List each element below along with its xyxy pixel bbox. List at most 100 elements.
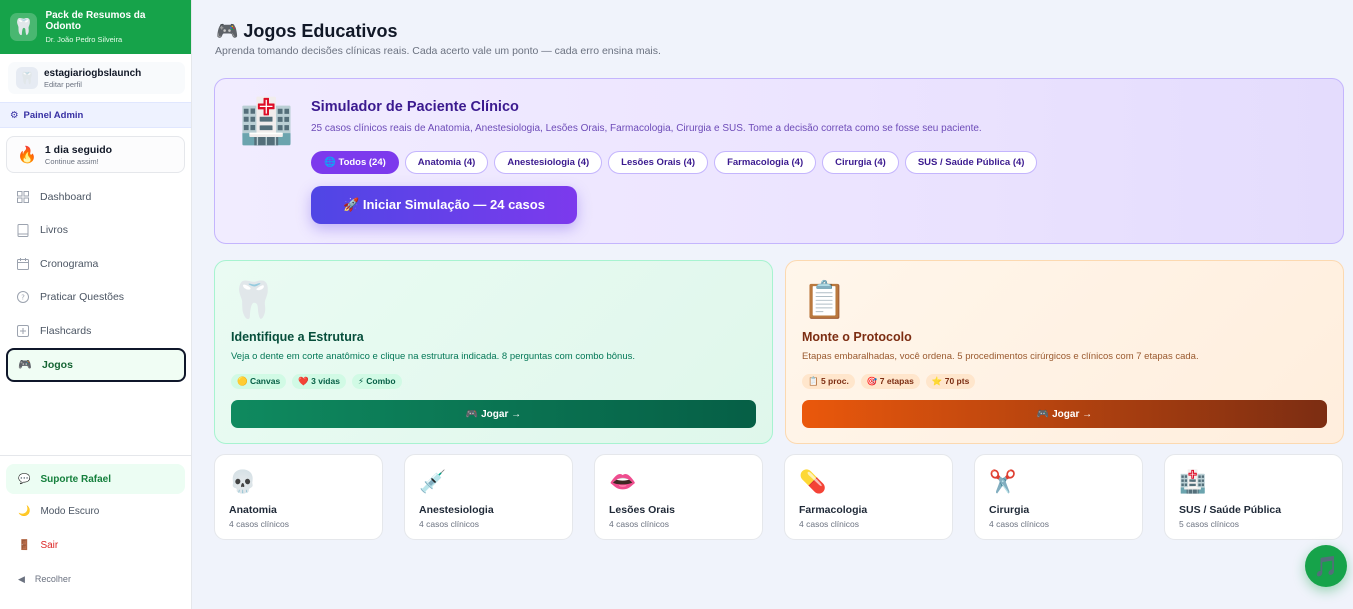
page-subtitle: Aprenda tomando decisões clínicas reais.…: [215, 45, 661, 57]
hospital-icon: 🏥: [1179, 469, 1207, 494]
category-card-sus[interactable]: 🏥 SUS / Saúde Pública 5 casos clínicos: [1164, 454, 1343, 540]
category-count: 4 casos clínicos: [989, 519, 1049, 529]
tag-procedures: 📋 5 proc.: [802, 374, 855, 389]
category-name: Lesões Orais: [609, 504, 675, 516]
category-name: Anatomia: [229, 504, 277, 516]
skull-icon: 💀: [229, 469, 257, 494]
category-count: 4 casos clínicos: [229, 519, 289, 529]
category-count: 4 casos clínicos: [799, 519, 859, 529]
category-filter-chips: 🌐 Todos (24) Anatomia (4) Anestesiologia…: [311, 151, 1038, 174]
game-description: Etapas embaralhadas, você ordena. 5 proc…: [802, 351, 1199, 362]
nav-item-flashcards[interactable]: Flashcards: [6, 314, 186, 348]
main-nav: Dashboard Livros Cronograma ? Praticar Q…: [6, 180, 186, 382]
gamepad-icon: 🎮: [18, 359, 32, 371]
streak-title: 1 dia seguido: [44, 143, 113, 156]
logout-button[interactable]: 🚪 Sair: [6, 528, 185, 562]
profile-name: estagiariogbslaunch: [44, 67, 142, 79]
plus-square-icon: [16, 324, 30, 338]
tag-lives: ❤️ 3 vidas: [292, 374, 346, 389]
category-card-anatomia[interactable]: 💀 Anatomia 4 casos clínicos: [214, 454, 383, 540]
chip-farmacologia[interactable]: Farmacologia (4): [714, 151, 817, 174]
avatar: 🦷: [16, 67, 38, 89]
nav-item-jogos[interactable]: 🎮 Jogos: [6, 347, 186, 382]
edit-profile-link[interactable]: Editar perfil: [44, 80, 141, 89]
nav-item-cronograma[interactable]: Cronograma: [6, 247, 186, 281]
tag-steps: 🎯 7 etapas: [860, 374, 920, 389]
category-card-cirurgia[interactable]: ✂️ Cirurgia 4 casos clínicos: [974, 454, 1143, 540]
category-card-lesoes-orais[interactable]: 👄 Lesões Orais 4 casos clínicos: [594, 454, 763, 540]
chip-sus[interactable]: SUS / Saúde Pública (4): [904, 151, 1038, 174]
nav-item-livros[interactable]: Livros: [6, 214, 186, 248]
support-button[interactable]: 💬 Suporte Rafael: [6, 464, 185, 494]
lips-icon: 👄: [609, 469, 637, 494]
brand-header[interactable]: 🦷 Pack de Resumos da Odonto Dr. João Ped…: [0, 0, 191, 54]
scissors-icon: ✂️: [989, 469, 1017, 494]
chip-cirurgia[interactable]: Cirurgia (4): [822, 151, 899, 174]
simulator-title: Simulador de Paciente Clínico: [311, 99, 519, 115]
collapse-label: Recolher: [34, 574, 71, 584]
logout-label: Sair: [40, 539, 59, 551]
category-name: Farmacologia: [799, 504, 868, 516]
grid-icon: [16, 190, 30, 204]
play-button[interactable]: 🎮 Jogar →: [802, 400, 1327, 428]
game-tags: 🟡 Canvas ❤️ 3 vidas ⚡ Combo: [231, 374, 402, 389]
chip-anestesiologia[interactable]: Anestesiologia (4): [494, 151, 603, 174]
door-icon: 🚪: [18, 539, 31, 551]
pill-icon: 💊: [799, 469, 827, 494]
sidebar-footer: 💬 Suporte Rafael 🌙 Modo Escuro 🚪 Sair ◀ …: [0, 455, 191, 596]
streak-subtitle: Continue assim!: [44, 156, 99, 166]
nav-label: Praticar Questões: [40, 291, 125, 304]
music-note-icon: 🎵: [1313, 555, 1339, 578]
hospital-icon: 🏥: [239, 97, 294, 146]
admin-panel-link[interactable]: ⚙ Painel Admin: [0, 102, 191, 128]
game-tags: 📋 5 proc. 🎯 7 etapas ⭐ 70 pts: [802, 374, 976, 389]
dark-mode-toggle[interactable]: 🌙 Modo Escuro: [6, 494, 185, 528]
game-card-protocol: 📋 Monte o Protocolo Etapas embaralhadas,…: [785, 260, 1344, 444]
nav-item-dashboard[interactable]: Dashboard: [6, 180, 186, 214]
category-name: SUS / Saúde Pública: [1179, 504, 1282, 516]
category-card-farmacologia[interactable]: 💊 Farmacologia 4 casos clínicos: [784, 454, 953, 540]
gear-icon: ⚙: [10, 109, 19, 121]
syringe-icon: 💉: [419, 469, 447, 494]
brand-title: Pack de Resumos da Odonto: [45, 10, 146, 32]
start-simulation-button[interactable]: 🚀 Iniciar Simulação — 24 casos: [311, 186, 577, 224]
tooth-icon: 🦷: [10, 13, 38, 41]
music-player-button[interactable]: 🎵: [1305, 545, 1347, 587]
sidebar: 🦷 Pack de Resumos da Odonto Dr. João Ped…: [0, 0, 192, 609]
game-card-identify-structure: 🦷 Identifique a Estrutura Veja o dente e…: [214, 260, 773, 444]
main-content: 🎮 Jogos Educativos Aprenda tomando decis…: [192, 0, 1353, 609]
nav-label: Cronograma: [40, 257, 99, 270]
dark-mode-label: Modo Escuro: [40, 505, 100, 517]
game-title: Monte o Protocolo: [802, 330, 912, 344]
calendar-icon: [16, 257, 30, 271]
play-button[interactable]: 🎮 Jogar →: [231, 400, 756, 428]
nav-label: Flashcards: [40, 324, 92, 337]
nav-label: Livros: [40, 224, 69, 237]
profile-card[interactable]: 🦷 estagiariogbslaunch Editar perfil: [8, 62, 185, 94]
streak-card: 🔥 1 dia seguido Continue assim!: [6, 136, 185, 173]
nav-item-praticar-questoes[interactable]: ? Praticar Questões: [6, 281, 186, 315]
nav-label: Jogos: [42, 358, 73, 371]
category-name: Anestesiologia: [419, 504, 494, 516]
svg-text:?: ?: [21, 294, 25, 302]
chip-lesoes-orais[interactable]: Lesões Orais (4): [608, 151, 709, 174]
collapse-sidebar-button[interactable]: ◀ Recolher: [6, 562, 185, 596]
game-title: Identifique a Estrutura: [231, 330, 364, 344]
question-icon: ?: [16, 290, 30, 304]
chip-anatomia[interactable]: Anatomia (4): [404, 151, 489, 174]
chip-todos[interactable]: 🌐 Todos (24): [311, 151, 399, 174]
category-count: 5 casos clínicos: [1179, 519, 1239, 529]
triangle-left-icon: ◀: [18, 573, 25, 584]
simulator-description: 25 casos clínicos reais de Anatomia, Ane…: [311, 123, 982, 134]
tooth-icon: 🦷: [231, 279, 276, 320]
clipboard-icon: 📋: [802, 279, 847, 320]
support-label: Suporte Rafael: [40, 473, 112, 485]
brand-subtitle: Dr. João Pedro Silveira: [45, 35, 123, 44]
category-card-anestesiologia[interactable]: 💉 Anestesiologia 4 casos clínicos: [404, 454, 573, 540]
admin-panel-label: Painel Admin: [23, 109, 84, 121]
category-count: 4 casos clínicos: [419, 519, 479, 529]
fire-icon: 🔥: [17, 146, 37, 164]
nav-label: Dashboard: [40, 190, 92, 203]
game-description: Veja o dente em corte anatômico e clique…: [231, 351, 635, 362]
moon-icon: 🌙: [18, 505, 31, 517]
